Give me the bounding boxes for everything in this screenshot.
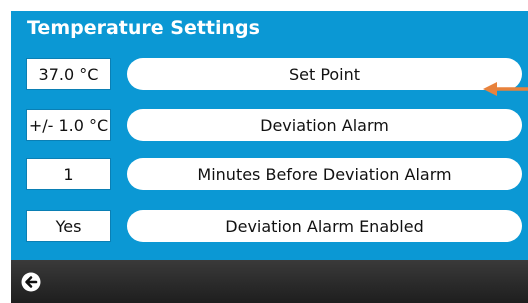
set-point-button[interactable]: Set Point: [127, 58, 522, 90]
setting-row-minutes-before-alarm: 1 Minutes Before Deviation Alarm: [11, 158, 528, 192]
deviation-alarm-value: +/- 1.0 °C: [26, 109, 111, 141]
temperature-settings-screen: Temperature Settings 37.0 °C Set Point +…: [11, 11, 528, 303]
setting-row-alarm-enabled: Yes Deviation Alarm Enabled: [11, 210, 528, 244]
setting-row-deviation-alarm: +/- 1.0 °C Deviation Alarm: [11, 109, 528, 143]
alarm-enabled-button[interactable]: Deviation Alarm Enabled: [127, 210, 522, 242]
alarm-enabled-value: Yes: [26, 210, 111, 242]
footer-bar: [11, 260, 528, 303]
back-arrow-icon[interactable]: [21, 272, 41, 292]
minutes-before-alarm-button[interactable]: Minutes Before Deviation Alarm: [127, 158, 522, 190]
pointer-arrow-icon: [483, 82, 528, 96]
deviation-alarm-button[interactable]: Deviation Alarm: [127, 109, 522, 141]
minutes-before-alarm-value: 1: [26, 158, 111, 190]
setting-row-set-point: 37.0 °C Set Point: [11, 58, 528, 92]
page-title: Temperature Settings: [27, 17, 260, 39]
set-point-value: 37.0 °C: [26, 58, 111, 90]
